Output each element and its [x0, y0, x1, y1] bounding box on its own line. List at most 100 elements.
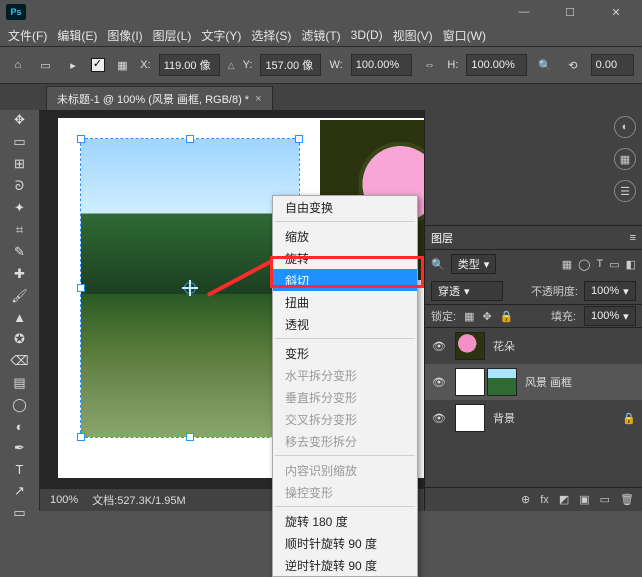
landscape-frame[interactable]: [80, 138, 300, 438]
toggle-icon[interactable]: ▸: [63, 55, 83, 75]
menu-3d[interactable]: 3D(D): [351, 28, 383, 42]
reference-point-icon[interactable]: ▦: [113, 55, 133, 75]
color-panel-icon[interactable]: ◐: [614, 116, 636, 138]
fill-field[interactable]: 100%▾: [584, 306, 636, 326]
filter-smart-icon[interactable]: ◧: [626, 258, 636, 271]
close-button[interactable]: ✕: [596, 6, 636, 19]
menu-layer[interactable]: 图层(L): [153, 27, 192, 44]
handle-bottom-left[interactable]: [77, 433, 85, 441]
lock-pixels-icon[interactable]: ▦: [464, 310, 474, 323]
document-tab-close[interactable]: ×: [255, 93, 261, 105]
frame-tool[interactable]: ⊞: [8, 156, 32, 172]
layer-name[interactable]: 风景 画框: [525, 374, 572, 390]
maximize-button[interactable]: ☐: [550, 6, 590, 19]
dodge-tool[interactable]: ◐: [8, 419, 32, 434]
minimize-button[interactable]: —: [504, 6, 544, 19]
menu-edit[interactable]: 编辑(E): [57, 27, 97, 44]
handle-top-left[interactable]: [77, 135, 85, 143]
handle-bottom-center[interactable]: [186, 433, 194, 441]
crop-tool[interactable]: ⌗: [8, 222, 32, 238]
move-tool[interactable]: ✥: [8, 112, 32, 128]
filter-icons: ▦ ◯ T ▭ ◧: [562, 258, 636, 271]
lock-position-icon[interactable]: ✥: [482, 310, 491, 323]
search-icon[interactable]: 🔍: [431, 258, 445, 271]
type-tool[interactable]: T: [8, 462, 32, 477]
h-field[interactable]: 100.00%: [466, 54, 527, 76]
ctx-free-transform[interactable]: 自由变换: [273, 196, 417, 218]
menu-image[interactable]: 图像(I): [107, 27, 142, 44]
filter-kind-select[interactable]: 类型▾: [451, 254, 497, 274]
ctx-rotate-180[interactable]: 旋转 180 度: [273, 510, 417, 532]
handle-top-right[interactable]: [295, 135, 303, 143]
visibility-icon[interactable]: 👁: [431, 412, 447, 425]
transform-tool-icon[interactable]: ▭: [36, 55, 56, 75]
ctx-rotate-cw-90[interactable]: 顺时针旋转 90 度: [273, 532, 417, 554]
show-transform-checkbox[interactable]: [91, 58, 105, 72]
handle-top-center[interactable]: [186, 135, 194, 143]
tab-layers[interactable]: 图层: [431, 230, 453, 246]
lock-icon[interactable]: 🔒: [622, 412, 636, 425]
panel-menu-icon[interactable]: ≡: [630, 232, 636, 244]
link-layers-icon[interactable]: ⊕: [521, 493, 530, 506]
ctx-rotate[interactable]: 旋转: [273, 247, 417, 269]
fx-icon[interactable]: fx: [540, 494, 549, 506]
swatches-panel-icon[interactable]: ▦: [614, 148, 636, 170]
y-field[interactable]: 157.00 像: [260, 54, 321, 76]
shape-tool[interactable]: ▭: [8, 505, 32, 521]
blend-mode-select[interactable]: 穿透▾: [431, 281, 503, 301]
zoom-level[interactable]: 100%: [50, 494, 78, 506]
visibility-icon[interactable]: 👁: [431, 340, 447, 353]
menu-type[interactable]: 文字(Y): [201, 27, 241, 44]
heal-tool[interactable]: ✚: [8, 266, 32, 282]
mask-icon[interactable]: ◩: [559, 493, 569, 506]
home-icon[interactable]: ⌂: [8, 55, 28, 75]
path-tool[interactable]: ↗: [8, 483, 32, 499]
menu-select[interactable]: 选择(S): [251, 27, 291, 44]
angle-field[interactable]: 0.00: [591, 54, 634, 76]
menu-view[interactable]: 视图(V): [393, 27, 433, 44]
y-delta-icon[interactable]: △: [228, 60, 235, 71]
link-wh-icon[interactable]: ⇔: [420, 55, 440, 75]
filter-pixel-icon[interactable]: ▦: [562, 258, 572, 271]
stamp-tool[interactable]: ▲: [8, 310, 32, 325]
handle-mid-left[interactable]: [77, 284, 85, 292]
libraries-panel-icon[interactable]: ☰: [614, 180, 636, 202]
filter-adjust-icon[interactable]: ◯: [578, 258, 590, 271]
marquee-tool[interactable]: ▭: [8, 134, 32, 150]
ctx-distort[interactable]: 扭曲: [273, 291, 417, 313]
ctx-skew[interactable]: 斜切: [273, 269, 417, 291]
ctx-scale[interactable]: 缩放: [273, 225, 417, 247]
new-layer-icon[interactable]: ▭: [600, 493, 610, 506]
eyedropper-tool[interactable]: ✎: [8, 244, 32, 260]
ctx-warp[interactable]: 变形: [273, 342, 417, 364]
x-field[interactable]: 119.00 像: [159, 54, 220, 76]
layer-row-flowers[interactable]: 👁 花朵: [425, 328, 642, 364]
layer-row-background[interactable]: 👁 背景 🔒: [425, 400, 642, 436]
history-brush-tool[interactable]: ✪: [8, 331, 32, 347]
eraser-tool[interactable]: ⌫: [8, 353, 32, 369]
filter-type-icon[interactable]: T: [596, 258, 603, 271]
angle-search-icon[interactable]: 🔍: [535, 55, 555, 75]
visibility-icon[interactable]: 👁: [431, 376, 447, 389]
filter-shape-icon[interactable]: ▭: [609, 258, 619, 271]
menu-file[interactable]: 文件(F): [8, 27, 47, 44]
delete-layer-icon[interactable]: 🗑: [620, 493, 634, 506]
new-group-icon[interactable]: ▣: [579, 493, 589, 506]
layer-name[interactable]: 花朵: [493, 338, 515, 354]
menu-filter[interactable]: 滤镜(T): [301, 27, 340, 44]
ctx-perspective[interactable]: 透视: [273, 313, 417, 335]
w-field[interactable]: 100.00%: [351, 54, 412, 76]
lock-all-icon[interactable]: 🔒: [500, 310, 514, 323]
blur-tool[interactable]: ◯: [8, 397, 32, 413]
ctx-rotate-ccw-90[interactable]: 逆时针旋转 90 度: [273, 554, 417, 576]
opacity-field[interactable]: 100%▾: [584, 281, 636, 301]
menu-window[interactable]: 窗口(W): [443, 27, 486, 44]
document-tab[interactable]: 未标题-1 @ 100% (风景 画框, RGB/8) * ×: [46, 86, 273, 110]
layer-name[interactable]: 背景: [493, 410, 515, 426]
brush-tool[interactable]: 🖌: [8, 288, 32, 304]
wand-tool[interactable]: ✦: [8, 200, 32, 216]
pen-tool[interactable]: ✒: [8, 440, 32, 456]
layer-row-frame[interactable]: 👁 风景 画框: [425, 364, 642, 400]
gradient-tool[interactable]: ▤: [8, 375, 32, 391]
lasso-tool[interactable]: ᘐ: [8, 178, 32, 194]
